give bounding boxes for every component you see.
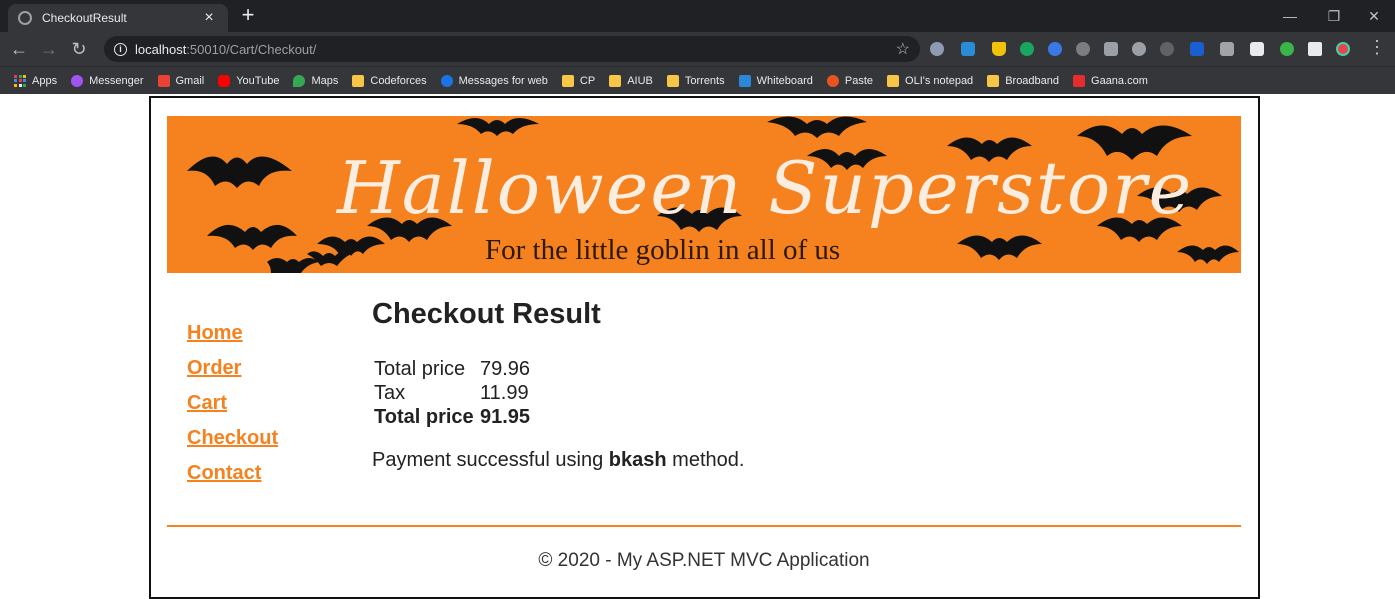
bookmark-messenger[interactable]: Messenger [71,74,144,87]
row-value: 11.99 [480,381,529,404]
bookmark-star-icon[interactable]: ☆ [896,39,910,59]
folder-icon [987,74,1000,87]
drive-icon[interactable] [992,42,1006,56]
bookmark-notepad[interactable]: OLI's notepad [887,74,973,87]
bookmark-broadband[interactable]: Broadband [987,74,1059,87]
page-container: Halloween Superstore For the little gobl… [149,96,1260,599]
bookmark-gmail[interactable]: Gmail [157,74,204,87]
table-row: Tax 11.99 [372,381,532,405]
side-navigation: Home Order Cart Checkout Contact [187,320,278,495]
globe-icon[interactable] [1160,42,1174,56]
bookmark-codeforces[interactable]: Codeforces [352,74,427,87]
bookmark-cp[interactable]: CP [561,74,595,87]
page-viewport: Halloween Superstore For the little gobl… [0,94,1395,599]
payment-method: bkash [608,449,667,471]
url-host: localhost [135,41,187,57]
youtube-icon [218,74,231,87]
row-label: Total price [374,405,474,428]
bookmark-apps[interactable]: Apps [14,74,57,87]
extension-icon[interactable] [1076,42,1090,56]
nav-link-cart[interactable]: Cart [187,390,278,425]
globe-icon [18,11,32,25]
close-tab-icon[interactable]: × [200,10,218,26]
messenger-icon [71,74,84,87]
menu-icon[interactable]: ⋮ [1368,37,1386,58]
minimize-icon[interactable]: — [1272,4,1308,28]
folder-icon [352,74,365,87]
folder-icon [561,74,574,87]
extension-shield-icon[interactable] [930,42,944,56]
extension-icon[interactable] [1104,42,1118,56]
nav-link-home[interactable]: Home [187,320,278,355]
table-row-total: Total price 91.95 [372,405,532,429]
payment-prefix: Payment successful using [372,449,604,471]
bookmark-whiteboard[interactable]: Whiteboard [738,74,813,87]
restore-icon[interactable]: ❐ [1316,4,1352,28]
avatar[interactable] [1336,42,1350,56]
new-tab-button[interactable]: + [236,4,260,28]
url-path: :50010/Cart/Checkout/ [186,41,317,57]
bookmark-aiub[interactable]: AIUB [609,74,653,87]
whiteboard-icon [738,74,751,87]
folder-icon [666,74,679,87]
nav-link-order[interactable]: Order [187,355,278,390]
browser-toolbar: ← → ↻ i localhost:50010/Cart/Checkout/ ☆… [0,32,1395,66]
nav-link-contact[interactable]: Contact [187,460,278,495]
gmail-icon [157,74,170,87]
extension-icon[interactable] [1280,42,1294,56]
tab-strip: CheckoutResult × + — ❐ ✕ [0,0,1395,32]
forward-icon[interactable]: → [38,38,60,60]
folder-icon [609,74,622,87]
ubuntu-icon [826,74,839,87]
row-value: 79.96 [480,357,531,380]
payment-message: Payment successful using bkash method. [372,449,744,472]
bookmark-maps[interactable]: Maps [293,74,338,87]
browser-tab[interactable]: CheckoutResult × [8,4,228,32]
nav-link-checkout[interactable]: Checkout [187,425,278,460]
row-label: Total price [374,357,466,380]
footer-divider [167,525,1241,527]
bookmark-youtube[interactable]: YouTube [218,74,279,87]
page-title: Checkout Result [372,298,601,330]
banner-subtitle: For the little goblin in all of us [485,234,841,266]
bookmark-gaana[interactable]: Gaana.com [1073,74,1148,87]
window-close-icon[interactable]: ✕ [1356,4,1392,28]
table-row: Total price 79.96 [372,357,532,381]
tab-title: CheckoutResult [42,11,127,25]
gaana-icon [1073,74,1086,87]
main-content: Checkout Result Total price 79.96 Tax 11… [372,298,744,472]
grammarly-icon[interactable] [1020,42,1034,56]
address-bar[interactable]: i localhost:50010/Cart/Checkout/ ☆ [104,36,920,62]
extension-icon[interactable] [1250,42,1264,56]
reload-icon[interactable]: ↻ [68,38,90,60]
bookmark-torrents[interactable]: Torrents [666,74,725,87]
bookmark-messages[interactable]: Messages for web [440,74,548,87]
payment-suffix: method. [672,449,745,471]
footer-text: © 2020 - My ASP.NET MVC Application [538,550,870,571]
folder-icon [887,74,900,87]
bookmark-paste[interactable]: Paste [826,74,873,87]
row-value: 91.95 [480,405,531,428]
extension-icon[interactable] [1220,42,1234,56]
apps-icon [14,74,26,87]
row-label: Tax [374,381,406,404]
messages-icon [440,74,453,87]
puzzle-icon[interactable] [1308,42,1322,56]
price-summary-table: Total price 79.96 Tax 11.99 Total price … [372,357,532,429]
extension-icon[interactable] [961,42,975,56]
back-icon[interactable]: ← [8,38,30,60]
site-banner: Halloween Superstore For the little gobl… [167,116,1241,273]
extension-icon[interactable] [1048,42,1062,56]
maps-icon [293,74,306,87]
banner-title: Halloween Superstore [337,146,1194,230]
info-icon[interactable]: i [114,42,127,56]
globe-icon[interactable] [1132,42,1146,56]
bookmarks-bar: Apps Messenger Gmail YouTube Maps Codefo… [0,66,1395,94]
extension-icon[interactable] [1190,42,1204,56]
